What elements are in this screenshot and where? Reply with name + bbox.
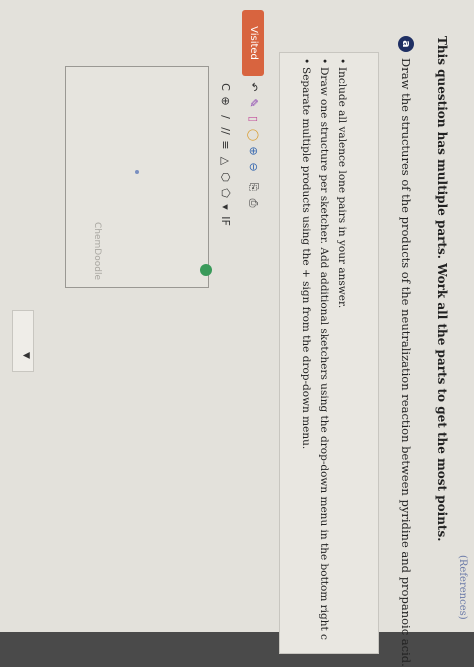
chevron-down-icon: ▼ xyxy=(21,352,31,359)
undo-icon[interactable]: ↶ xyxy=(246,80,260,94)
chemdoodle-watermark: ChemDoodle xyxy=(92,222,102,280)
instruction-item: Separate multiple products using the + s… xyxy=(300,67,312,449)
triple-bond-icon[interactable]: ≡ xyxy=(218,138,232,152)
canvas-cursor-dot xyxy=(135,170,139,174)
lasso-icon[interactable]: ◯ xyxy=(246,128,260,142)
instructions-box: Include all valence lone pairs in your a… xyxy=(279,52,379,654)
double-bond-icon[interactable]: // xyxy=(218,124,232,138)
sketcher-tool-label[interactable]: IF xyxy=(218,214,232,228)
visited-tab[interactable]: Visited xyxy=(242,10,264,76)
instruction-item: Include all valence lone pairs in your a… xyxy=(336,67,348,308)
references-link[interactable]: (References) xyxy=(457,555,468,620)
top-bar xyxy=(454,0,474,632)
submit-check-button[interactable] xyxy=(200,264,212,276)
zoom-out-icon[interactable]: ⊖ xyxy=(246,160,260,174)
instruction-item: Draw one structure per sketcher. Add add… xyxy=(318,67,330,640)
charge-icon[interactable]: ⊕ xyxy=(218,94,232,108)
part-letter-badge: a xyxy=(398,36,414,52)
pencil-icon[interactable]: ✎ xyxy=(246,96,260,110)
ring-cyclopropane-icon[interactable]: △ xyxy=(218,154,232,168)
zoom-in-icon[interactable]: ⊕ xyxy=(246,144,260,158)
single-bond-icon[interactable]: / xyxy=(218,110,232,124)
main-instruction: This question has multiple parts. Work a… xyxy=(435,36,449,542)
copy-icon[interactable]: ⎘ xyxy=(246,180,260,194)
sketcher-toolbar-top: ↶ ✎ ▯ ◯ ⊕ ⊖ ⎘ ⎙ xyxy=(240,80,264,230)
part-question-text: Draw the structures of the products of t… xyxy=(399,58,413,667)
eraser-icon[interactable]: ▯ xyxy=(246,112,260,126)
sketcher-toolbar-bottom: C ⊕ / // ≡ △ ⬡ ⬠ ▾ IF xyxy=(212,80,236,230)
question-page: (References) This question has multiple … xyxy=(0,0,474,667)
ring-cyclohexane-icon[interactable]: ⬠ xyxy=(218,186,232,200)
atom-c-icon[interactable]: C xyxy=(218,80,232,94)
sketcher-canvas[interactable] xyxy=(65,66,209,288)
add-sketcher-dropdown[interactable] xyxy=(12,310,34,372)
ring-benzene-icon[interactable]: ⬡ xyxy=(218,170,232,184)
dropdown-icon[interactable]: ▾ xyxy=(218,200,232,214)
paste-icon[interactable]: ⎙ xyxy=(246,196,260,210)
